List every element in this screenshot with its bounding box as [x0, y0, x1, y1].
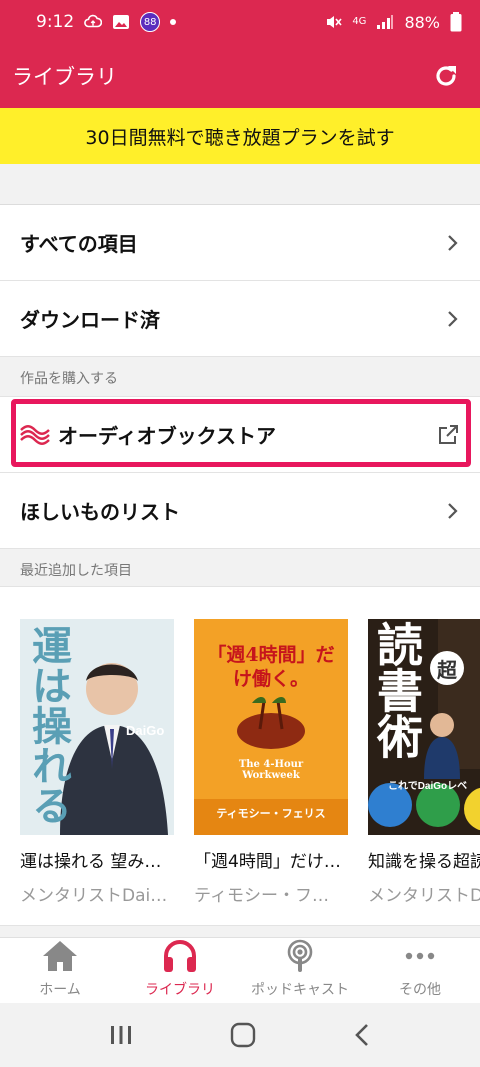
free-trial-banner[interactable]: 30日間無料で聴き放題プランを試す [0, 108, 480, 164]
tab-library-label: ライブラリ [145, 982, 215, 998]
mute-icon [327, 16, 342, 28]
cover-title-text: 運は操れる [25, 625, 72, 825]
book-author: ティモシー・フ… [194, 886, 329, 906]
purchase-section-header: 作品を購入する [0, 357, 480, 397]
battery-percent: 88% [404, 12, 440, 32]
tab-home-label: ホーム [39, 982, 81, 998]
tab-library[interactable]: ライブラリ [120, 938, 240, 1003]
book-card[interactable]: 「週4時間」だけ働く。 The 4-Hour Workweek ティモシー・フェ… [194, 619, 348, 906]
book-cover: 読書術 超 これでDaiGoレベ [368, 619, 480, 835]
bottom-tab-bar: ホーム ライブラリ ポッドキャスト その他 [0, 937, 480, 1003]
tab-more[interactable]: その他 [360, 938, 480, 1003]
wishlist-label: ほしいものリスト [20, 500, 180, 524]
tab-podcast[interactable]: ポッドキャスト [240, 938, 360, 1003]
book-cover: 「週4時間」だけ働く。 The 4-Hour Workweek ティモシー・フェ… [194, 619, 348, 835]
status-bar: 9:12 88 4G 88% [0, 0, 480, 44]
chevron-right-icon [448, 310, 458, 327]
book-card[interactable]: 運は操れる DaiGo 運は操れる 望み… メンタリストDai… [20, 619, 174, 906]
purchase-section-label: 作品を購入する [20, 371, 118, 387]
chevron-right-icon [448, 502, 458, 519]
home-nav-icon[interactable] [230, 1022, 256, 1048]
network-type: 4G [352, 16, 367, 27]
free-trial-text: 30日間無料で聴き放題プランを試す [85, 126, 395, 149]
downloaded-row[interactable]: ダウンロード済 [0, 281, 480, 357]
library-list: すべての項目 ダウンロード済 作品を購入する オーディオブックストア ほしいもの… [0, 204, 480, 589]
wishlist-row[interactable]: ほしいものリスト [0, 473, 480, 549]
tab-podcast-label: ポッドキャスト [251, 982, 349, 998]
system-nav-bar [0, 1003, 480, 1067]
cover-title-text: 読書術 [370, 621, 424, 759]
book-title: 「週4時間」だけ… [194, 852, 341, 872]
chevron-right-icon [448, 234, 458, 251]
image-icon [113, 15, 130, 29]
recent-section-label: 最近追加した項目 [20, 563, 132, 579]
signal-icon [377, 15, 394, 29]
book-cover: 運は操れる DaiGo [20, 619, 174, 835]
app-bar: ライブラリ [0, 44, 480, 108]
home-icon [43, 941, 77, 971]
audible-logo-icon [20, 424, 50, 445]
status-time: 9:12 [36, 12, 75, 32]
book-title: 運は操れる 望み… [20, 852, 162, 872]
audiobook-store-label: オーディオブックストア [58, 424, 276, 448]
refresh-icon [436, 66, 456, 86]
book-author: メンタリストD… [368, 886, 480, 906]
all-items-row[interactable]: すべての項目 [0, 205, 480, 281]
recent-section-header: 最近追加した項目 [0, 549, 480, 589]
back-icon[interactable] [353, 1022, 371, 1048]
audiobook-store-row[interactable]: オーディオブックストア [0, 397, 480, 473]
book-title: 知識を操る超読… [368, 852, 480, 872]
cover-subtitle-text: The 4-Hour Workweek [238, 759, 304, 781]
book-card[interactable]: 読書術 超 これでDaiGoレベ 知識を操る超読… メンタリストD… [368, 619, 480, 906]
tab-home[interactable]: ホーム [0, 938, 120, 1003]
refresh-button[interactable] [426, 56, 466, 96]
book-author: メンタリストDai… [20, 886, 168, 906]
cover-author-text: ティモシー・フェリス [216, 808, 326, 820]
cover-badge-text: 超 [430, 651, 464, 685]
page-title: ライブラリ [12, 65, 117, 89]
downloaded-label: ダウンロード済 [20, 308, 160, 332]
more-icon [405, 952, 435, 960]
external-link-icon [439, 424, 458, 444]
notification-badge: 88 [140, 12, 161, 32]
recent-books: 運は操れる DaiGo 運は操れる 望み… メンタリストDai… 「週4時間」だ… [0, 586, 480, 926]
podcast-icon [287, 939, 313, 972]
headphones-icon [164, 940, 196, 972]
cover-title-text: 「週4時間」だけ働く。 [207, 644, 335, 690]
notification-dot [170, 19, 177, 25]
cover-author-text: これでDaiGoレベ [388, 781, 468, 792]
cloud-upload-icon [84, 14, 103, 28]
all-items-label: すべての項目 [20, 232, 138, 256]
battery-icon [450, 12, 462, 32]
tab-more-label: その他 [399, 982, 441, 998]
recent-apps-icon[interactable] [109, 1024, 133, 1046]
cover-author-text: DaiGo [126, 723, 165, 738]
